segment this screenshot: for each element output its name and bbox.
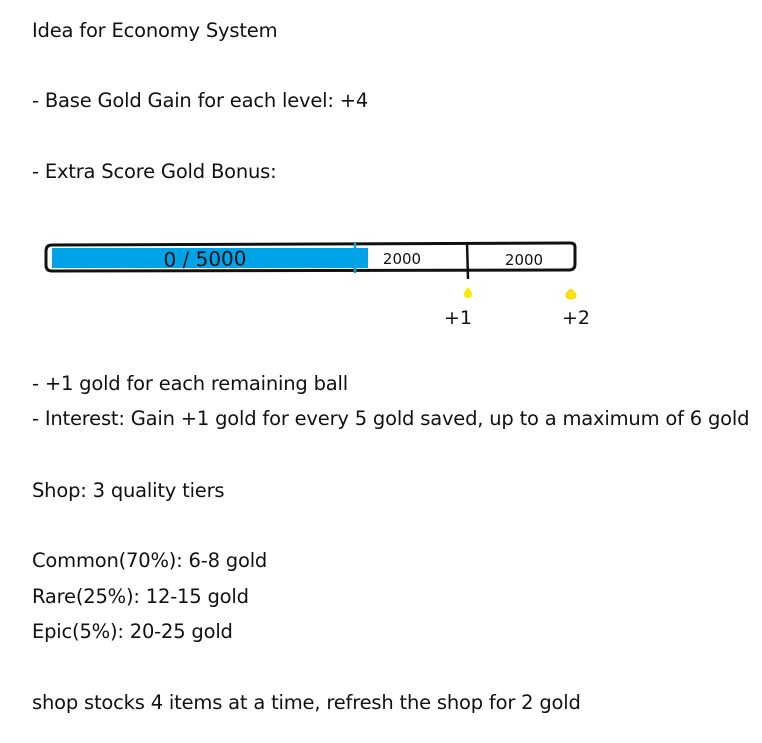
segment-divider-2 [465, 241, 470, 280]
score-bar-fill [52, 248, 368, 268]
tier-epic: Epic(5%): 20-25 gold [32, 620, 233, 643]
base-gold-rule: - Base Gold Gain for each level: +4 [32, 89, 369, 112]
document-title: Idea for Economy System [32, 19, 278, 42]
tier-rare: Rare(25%): 12-15 gold [32, 585, 249, 608]
marker-1-label: +1 [444, 307, 472, 329]
marker-2-icon [565, 288, 577, 300]
segment-1-label: 2000 [383, 250, 421, 268]
segment-2-label: 2000 [505, 251, 543, 269]
marker-2-label: +2 [562, 307, 590, 329]
score-bar-outline [44, 241, 577, 273]
extra-score-heading: - Extra Score Gold Bonus: [32, 160, 277, 183]
shop-stock-rule: shop stocks 4 items at a time, refresh t… [32, 691, 581, 714]
interest-rule: - Interest: Gain +1 gold for every 5 gol… [32, 407, 750, 430]
remaining-ball-rule: - +1 gold for each remaining ball [32, 372, 348, 395]
marker-1-icon [464, 287, 472, 298]
score-progress-label: 0 / 5000 [163, 246, 246, 271]
shop-heading: Shop: 3 quality tiers [32, 479, 225, 502]
tier-common: Common(70%): 6-8 gold [32, 549, 268, 572]
